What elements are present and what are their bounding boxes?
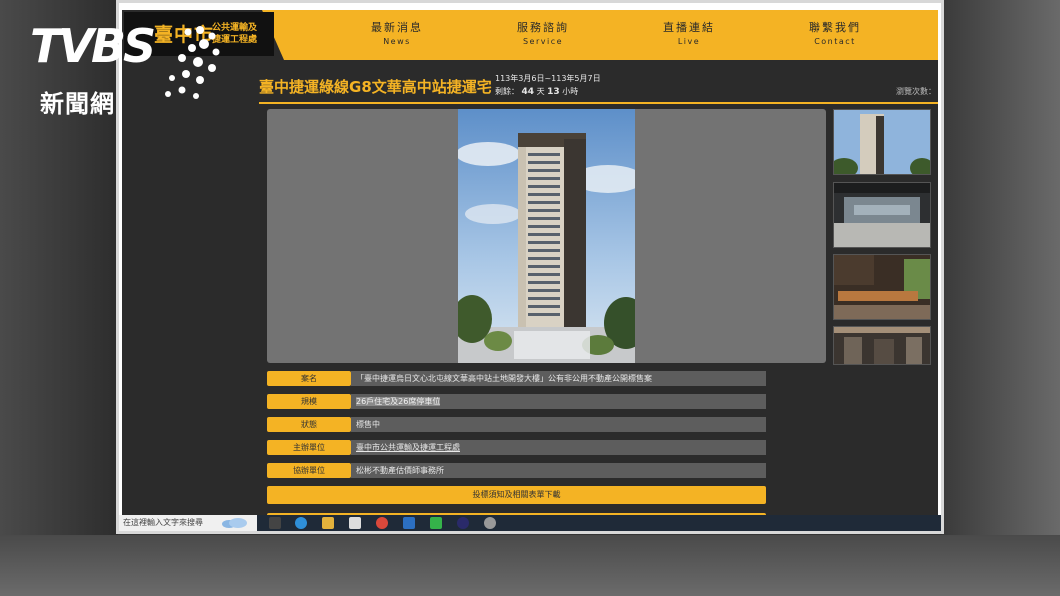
thumbnail-2[interactable] xyxy=(833,182,931,248)
nav-service-en: Service xyxy=(522,37,564,46)
mail-icon[interactable] xyxy=(403,517,415,529)
task-view-icon[interactable] xyxy=(269,517,281,529)
background-right xyxy=(942,0,1060,596)
edge-icon[interactable] xyxy=(295,517,307,529)
remain-days: 44 xyxy=(521,87,535,97)
line-icon[interactable] xyxy=(430,517,442,529)
remain-days-unit: 天 xyxy=(536,87,545,96)
download-button[interactable]: 投標須知及相關表單下載 xyxy=(267,486,766,504)
view-count: 瀏覽次數： xyxy=(896,87,936,96)
tvbs-brand: TVBS xyxy=(30,19,156,73)
info-value-case-name: 「臺中捷運烏日文心北屯線文華高中站土地開發大樓」公有非公用不動產公開標售案 xyxy=(351,371,766,386)
cloud-icon xyxy=(222,518,247,528)
background-bottom xyxy=(0,535,1060,596)
info-value-organizer: 臺中市公共運輸及捷運工程處 xyxy=(351,440,766,455)
page-title: 臺中捷運綠線G8文華高中站捷運宅 xyxy=(259,78,492,96)
remain-hours: 13 xyxy=(547,87,560,97)
remain-hours-unit: 小時 xyxy=(562,87,579,96)
monitor-frame: 臺中市 公共運輸及 捷運工程處 最新消息 News 服務諮詢 Service 直… xyxy=(116,0,944,534)
info-label-organizer: 主辦單位 xyxy=(267,440,351,455)
windows-taskbar: 在這裡輸入文字來搜尋 xyxy=(119,515,941,531)
nav-news-en: News xyxy=(383,37,411,46)
app-icon[interactable] xyxy=(457,517,469,529)
thumbnail-1[interactable] xyxy=(833,109,931,175)
info-value-status: 標售中 xyxy=(351,417,766,432)
info-label-scale: 規模 xyxy=(267,394,351,409)
file-explorer-icon[interactable] xyxy=(322,517,334,529)
info-value-scale-text: 26戶住宅及26席停車位 xyxy=(356,397,441,406)
photo-gallery xyxy=(267,109,826,363)
thumbnail-lounge xyxy=(834,255,930,319)
main-photo[interactable] xyxy=(458,109,635,363)
building-rendering xyxy=(458,109,635,363)
nav-service-zh: 服務諮詢 xyxy=(517,21,569,34)
tvbs-dots-icon xyxy=(165,26,220,99)
nav-live-en: Live xyxy=(677,37,701,46)
thumbnail-interior xyxy=(834,327,930,364)
remaining-time: 剩餘： 44 天 13 小時 xyxy=(495,86,578,97)
site-header: 臺中市 公共運輸及 捷運工程處 最新消息 News 服務諮詢 Service 直… xyxy=(122,10,938,60)
settings-icon[interactable] xyxy=(484,517,496,529)
nav-live-zh: 直播連結 xyxy=(663,21,715,34)
nav-live[interactable]: 直播連結 Live xyxy=(629,19,749,46)
info-value-scale: 26戶住宅及26席停車位 xyxy=(351,394,766,409)
store-icon[interactable] xyxy=(349,517,361,529)
nav-contact[interactable]: 聯繫我們 Contact xyxy=(775,19,895,46)
chrome-icon[interactable] xyxy=(376,517,388,529)
nav-news[interactable]: 最新消息 News xyxy=(337,19,457,46)
tvbs-channel: 新聞網 xyxy=(40,90,115,118)
info-value-co-organizer: 松彬不動產估價師事務所 xyxy=(351,463,766,478)
listing-title-row: 臺中捷運綠線G8文華高中站捷運宅 113年3月6日~113年5月7日 剩餘： 4… xyxy=(259,72,938,104)
taskbar-search-placeholder: 在這裡輸入文字來搜尋 xyxy=(123,518,203,527)
info-label-case-name: 案名 xyxy=(267,371,351,386)
browser-screen: 臺中市 公共運輸及 捷運工程處 最新消息 News 服務諮詢 Service 直… xyxy=(122,10,938,522)
thumbnail-4[interactable] xyxy=(833,326,931,365)
nav-contact-en: Contact xyxy=(814,37,856,46)
taskbar-search-input[interactable]: 在這裡輸入文字來搜尋 xyxy=(119,515,257,531)
info-label-status: 狀態 xyxy=(267,417,351,432)
remain-prefix: 剩餘： xyxy=(495,87,519,96)
organizer-link[interactable]: 臺中市公共運輸及捷運工程處 xyxy=(356,443,460,452)
nav-news-zh: 最新消息 xyxy=(371,21,423,34)
thumbnail-3[interactable] xyxy=(833,254,931,320)
info-label-co-organizer: 協辦單位 xyxy=(267,463,351,478)
tvbs-watermark: TVBS 新聞網 xyxy=(30,18,220,118)
nav-service[interactable]: 服務諮詢 Service xyxy=(483,19,603,46)
thumbnail-building xyxy=(834,110,930,174)
date-range: 113年3月6日~113年5月7日 xyxy=(495,74,601,83)
thumbnail-lobby xyxy=(834,183,930,247)
nav-contact-zh: 聯繫我們 xyxy=(809,21,861,34)
